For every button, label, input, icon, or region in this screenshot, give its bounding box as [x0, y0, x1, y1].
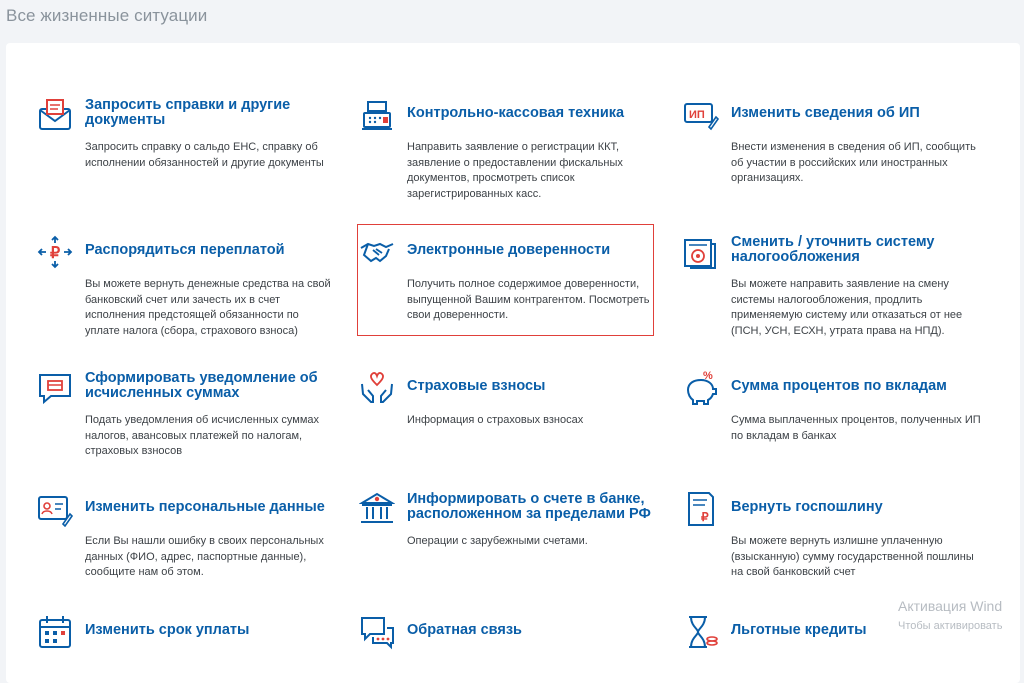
situation-description: Направить заявление о регистрации ККТ, з… [407, 141, 623, 200]
situation-description: Операции с зарубежными счетами. [407, 535, 588, 547]
notification-bubble-icon [37, 370, 73, 406]
situation-description: Подать уведомления об исчисленных суммах… [85, 414, 320, 457]
hourglass-coins-icon [683, 614, 719, 650]
situation-description: Сумма выплаченных процентов, полученных … [731, 414, 981, 442]
situation-title[interactable]: Запросить справки и другие документы [85, 97, 335, 129]
situation-title[interactable]: Изменить срок уплаты [85, 614, 335, 646]
situation-description: Вы можете вернуть излишне уплаченную (вз… [731, 535, 974, 578]
page-title: Все жизненные ситуации [6, 6, 208, 25]
situation-title[interactable]: Контрольно-кассовая техника [407, 97, 657, 129]
calendar-icon [37, 614, 73, 650]
svg-text:₽: ₽ [701, 510, 709, 524]
situation-description: Вы можете вернуть денежные средства на с… [85, 278, 331, 337]
tax-documents-icon [683, 234, 719, 270]
situation-title[interactable]: Страховые взносы [407, 370, 657, 402]
situation-title[interactable]: Распорядиться переплатой [85, 234, 335, 266]
situation-description: Запросить справку о сальдо ЕНС, справку … [85, 141, 324, 169]
situation-title[interactable]: Обратная связь [407, 614, 657, 646]
activation-watermark-subtitle: Чтобы активировать [898, 620, 1003, 632]
receipt-ruble-icon: ₽ [683, 491, 719, 527]
svg-text:₽: ₽ [50, 245, 60, 262]
activation-watermark-title: Активация Wind [898, 598, 1003, 614]
situations-card [6, 43, 1020, 683]
ruble-arrows-icon: ₽ [37, 234, 73, 270]
id-card-edit-icon [37, 491, 73, 527]
chat-icon [359, 614, 395, 650]
svg-text:ИП: ИП [689, 109, 705, 121]
situation-description: Информация о страховых взносах [407, 414, 584, 426]
ip-edit-icon: ИП [683, 97, 719, 133]
svg-text:%: % [703, 370, 713, 382]
situation-description: Если Вы нашли ошибку в своих персональны… [85, 535, 324, 578]
situation-title[interactable]: Изменить персональные данные [85, 491, 335, 523]
situation-title[interactable]: Сумма процентов по вкладам [731, 370, 981, 402]
situation-title[interactable]: Информировать о счете в банке, расположе… [407, 491, 657, 523]
cash-register-icon [359, 97, 395, 133]
situation-description: Внести изменения в сведения об ИП, сообщ… [731, 141, 976, 184]
hands-heart-icon [359, 370, 395, 406]
bank-building-icon [359, 491, 395, 527]
situation-description: Вы можете направить заявление на смену с… [731, 278, 963, 337]
situation-title[interactable]: Сменить / уточнить систему налогообложен… [731, 234, 981, 266]
situation-title[interactable]: Сформировать уведомление об исчисленных … [85, 370, 335, 402]
situation-title[interactable]: Изменить сведения об ИП [731, 97, 981, 129]
situation-title[interactable]: Вернуть госпошлину [731, 491, 981, 523]
selection-highlight [357, 224, 654, 336]
piggy-bank-icon: % [683, 370, 719, 406]
envelope-document-icon [37, 97, 73, 133]
